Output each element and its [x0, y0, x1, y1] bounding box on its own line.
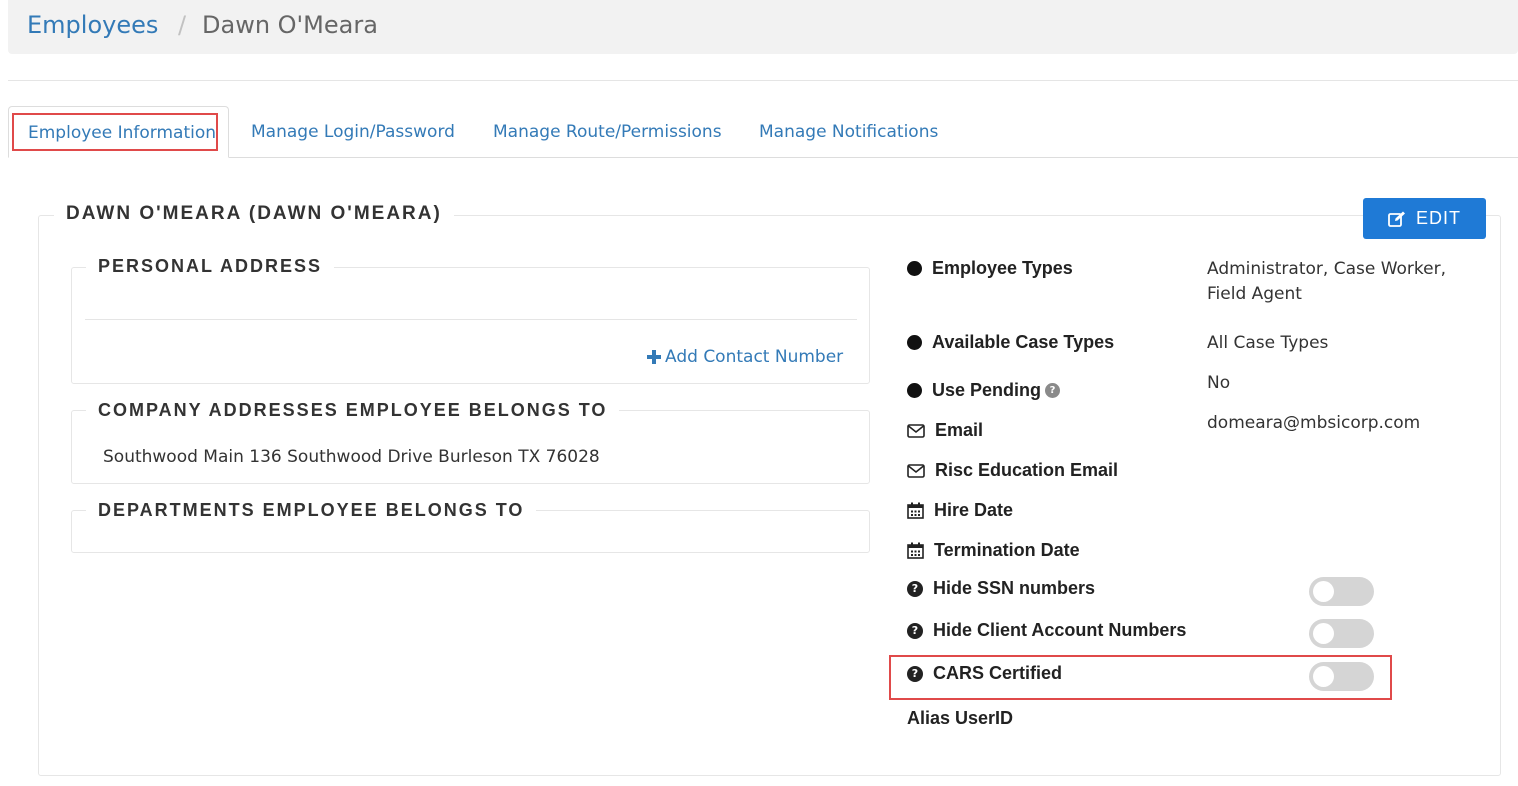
hide-ssn-toggle[interactable] [1309, 577, 1374, 606]
hide-client-account-toggle[interactable] [1309, 619, 1374, 648]
tab-employee-information[interactable]: Employee Information [8, 106, 229, 158]
employee-types-label: Employee Types [932, 258, 1073, 278]
hide-client-account-row: ? Hide Client Account Numbers [907, 620, 1186, 641]
envelope-icon [907, 463, 925, 478]
employee-panel-title: DAWN O'MEARA (DAWN O'MEARA) [54, 203, 454, 225]
alias-userid-label: Alias UserID [907, 708, 1014, 728]
hire-date-label: Hire Date [934, 500, 1014, 520]
hide-ssn-row: ? Hide SSN numbers [907, 578, 1095, 599]
tab-manage-notifications[interactable]: Manage Notifications [759, 106, 938, 158]
add-contact-number-label: Add Contact Number [665, 347, 844, 367]
cars-certified-label: CARS Certified [933, 663, 1063, 683]
employee-types-value: Administrator, Case Worker, Field Agent [1207, 257, 1446, 307]
use-pending-label: Use Pending [932, 380, 1042, 400]
termination-date-label: Termination Date [934, 540, 1080, 560]
departments-title: DEPARTMENTS EMPLOYEE BELONGS TO [86, 500, 537, 521]
employee-types-value-line1: Administrator, Case Worker, [1207, 259, 1446, 279]
question-circle-icon[interactable]: ? [907, 580, 923, 597]
use-pending-value: No [1207, 373, 1231, 393]
risc-education-email-row: Risc Education Email [907, 460, 1118, 481]
employee-types-value-line2: Field Agent [1207, 284, 1302, 304]
email-label: Email [935, 420, 984, 440]
edit-button[interactable]: EDIT [1363, 198, 1486, 239]
envelope-icon [907, 423, 925, 438]
toggle-knob [1313, 581, 1334, 602]
employee-types-row: Employee Types [907, 258, 1073, 279]
edit-button-label: EDIT [1415, 208, 1461, 228]
plus-icon [647, 350, 661, 364]
breadcrumb: Employees / Dawn O'Meara [8, 0, 1518, 54]
hide-client-account-label: Hide Client Account Numbers [933, 620, 1187, 640]
breadcrumb-current: Dawn O'Meara [202, 11, 378, 39]
personal-address-divider [85, 319, 857, 320]
add-contact-number-link[interactable]: Add Contact Number [647, 347, 843, 367]
personal-address-title: PERSONAL ADDRESS [86, 256, 335, 277]
question-circle-icon[interactable]: ? [907, 622, 923, 639]
breadcrumb-employees-link[interactable]: Employees [27, 11, 158, 39]
email-row: Email [907, 420, 983, 441]
company-address-text: Southwood Main 136 Southwood Drive Burle… [103, 447, 600, 467]
termination-date-row: Termination Date [907, 540, 1080, 561]
available-case-types-label: Available Case Types [932, 332, 1115, 352]
hire-date-row: Hire Date [907, 500, 1013, 521]
cars-certified-row: ? CARS Certified [907, 663, 1062, 684]
breadcrumb-separator: / [178, 11, 187, 39]
available-case-types-value: All Case Types [1207, 333, 1329, 353]
bullet-icon [907, 335, 922, 350]
hide-ssn-label: Hide SSN numbers [933, 578, 1096, 598]
tab-manage-route-permissions[interactable]: Manage Route/Permissions [493, 106, 722, 158]
email-value: domeara@mbsicorp.com [1207, 413, 1421, 433]
tab-manage-login-password[interactable]: Manage Login/Password [251, 106, 455, 158]
help-icon[interactable]: ? [1045, 383, 1061, 398]
toggle-knob [1313, 623, 1334, 644]
header-divider [8, 80, 1518, 81]
alias-userid-row: Alias UserID [907, 708, 1013, 729]
calendar-icon [907, 542, 924, 559]
edit-icon [1388, 211, 1405, 227]
toggle-knob [1313, 666, 1334, 687]
cars-certified-toggle[interactable] [1309, 662, 1374, 691]
risc-education-email-label: Risc Education Email [935, 460, 1119, 480]
company-addresses-title: COMPANY ADDRESSES EMPLOYEE BELONGS TO [86, 400, 620, 421]
use-pending-row: Use Pending ? [907, 380, 1061, 401]
bullet-icon [907, 383, 922, 398]
calendar-icon [907, 502, 924, 519]
bullet-icon [907, 261, 922, 276]
available-case-types-row: Available Case Types [907, 332, 1114, 353]
question-circle-icon[interactable]: ? [907, 665, 923, 682]
